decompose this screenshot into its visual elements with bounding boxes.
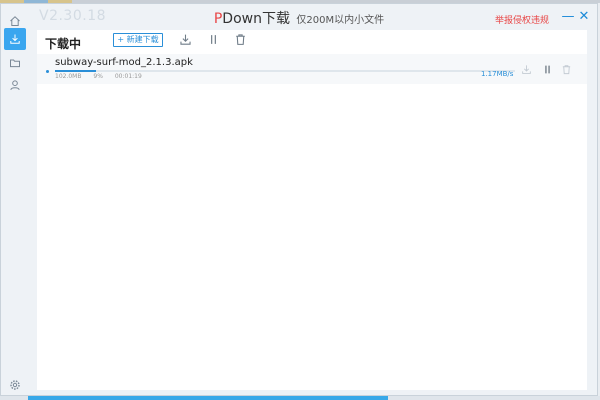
progress-percent: 9% bbox=[93, 73, 103, 80]
file-size: 102.0MB bbox=[55, 73, 82, 80]
app-title-subtitle: 仅200M以内小文件 bbox=[296, 15, 385, 26]
app-title-main: Down下载 bbox=[222, 11, 290, 27]
file-meta: 102.0MB 9% 00:01:19 bbox=[55, 73, 152, 80]
start-all-button[interactable] bbox=[177, 32, 193, 48]
taskbar-highlight bbox=[28, 396, 388, 400]
sidebar bbox=[1, 4, 29, 396]
trash-icon bbox=[234, 31, 247, 50]
new-download-button[interactable]: + 新建下载 bbox=[113, 33, 163, 47]
download-icon bbox=[179, 31, 192, 50]
close-button[interactable]: ✕ bbox=[577, 10, 591, 24]
folder-icon bbox=[9, 54, 21, 73]
taskbar-strip bbox=[0, 396, 600, 400]
sidebar-item-folder[interactable] bbox=[4, 52, 26, 74]
pause-all-button[interactable] bbox=[205, 32, 221, 48]
item-pause-button[interactable] bbox=[540, 62, 554, 76]
app-window: V2.30.18 PDown下载 仅200M以内小文件 举报侵权违规 — ✕ 下… bbox=[0, 3, 598, 396]
sidebar-item-settings[interactable] bbox=[4, 374, 26, 396]
download-icon bbox=[9, 30, 21, 49]
section-title: 下载中 bbox=[45, 37, 82, 51]
sidebar-item-downloading[interactable] bbox=[4, 28, 26, 50]
report-infringement-link[interactable]: 举报侵权违规 bbox=[495, 13, 549, 26]
pause-icon bbox=[207, 31, 220, 50]
progress-bar bbox=[55, 70, 515, 72]
download-item[interactable]: subway-surf-mod_2.1.3.apk 102.0MB 9% 00:… bbox=[37, 54, 587, 84]
elapsed-time: 00:01:19 bbox=[114, 73, 142, 80]
minimize-button[interactable]: — bbox=[561, 10, 575, 24]
title-bar: V2.30.18 PDown下载 仅200M以内小文件 举报侵权违规 — ✕ bbox=[1, 4, 597, 30]
pause-icon bbox=[542, 60, 553, 79]
trash-icon bbox=[561, 60, 572, 79]
item-delete-button[interactable] bbox=[559, 62, 573, 76]
delete-all-button[interactable] bbox=[232, 32, 248, 48]
status-dot bbox=[46, 70, 49, 73]
item-download-button[interactable] bbox=[519, 62, 533, 76]
user-icon bbox=[9, 76, 21, 95]
gear-icon bbox=[9, 376, 21, 395]
sidebar-item-user[interactable] bbox=[4, 74, 26, 96]
progress-bar-fill bbox=[55, 70, 97, 72]
downloads-panel: 下载中 + 新建下载 subway-surf-mod_2.1.3.apk 102… bbox=[37, 30, 587, 390]
download-icon bbox=[521, 60, 532, 79]
download-speed: 1.17MB/s bbox=[481, 70, 514, 78]
file-name: subway-surf-mod_2.1.3.apk bbox=[55, 57, 193, 68]
